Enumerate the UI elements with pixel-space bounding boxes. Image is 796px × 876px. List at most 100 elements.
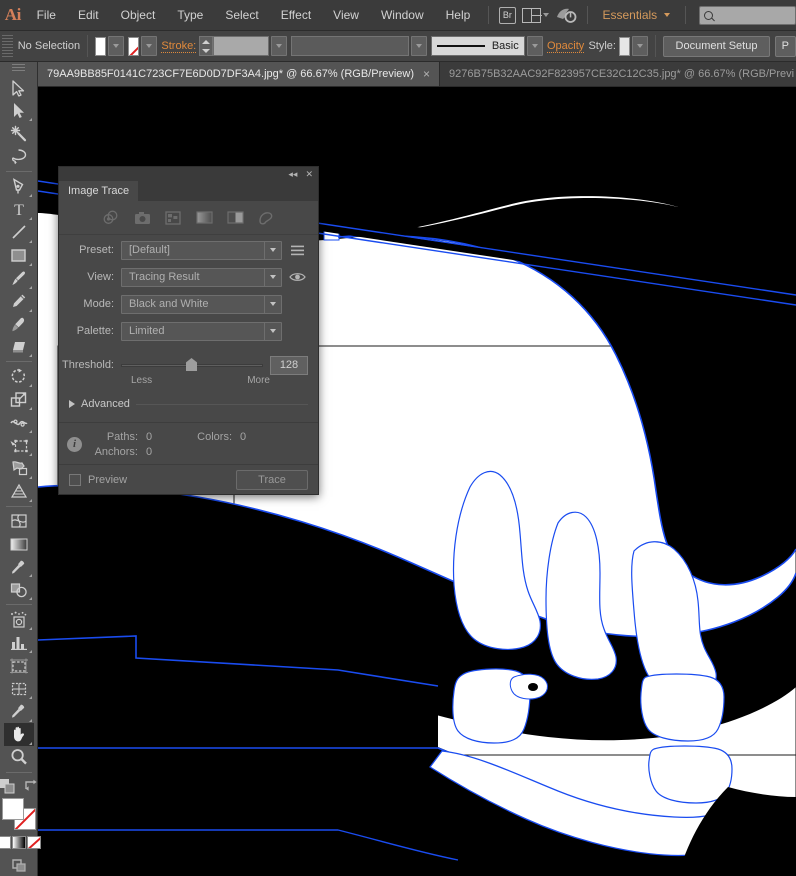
high-color-preset-button[interactable] <box>131 207 154 228</box>
scale-tool[interactable] <box>4 388 34 411</box>
threshold-scale-labels: Less More <box>131 375 270 386</box>
perspective-grid-tool[interactable] <box>4 480 34 503</box>
stroke-label[interactable]: Stroke: <box>161 40 197 53</box>
view-preview-toggle[interactable] <box>286 271 308 283</box>
search-field[interactable] <box>698 5 796 25</box>
grayscale-preset-button[interactable] <box>193 207 216 228</box>
graphic-style-dropdown[interactable] <box>631 36 648 56</box>
fill-swatch[interactable] <box>1 797 24 820</box>
pencil-tool[interactable] <box>4 290 34 313</box>
menu-effect[interactable]: Effect <box>270 0 322 31</box>
rotate-tool[interactable] <box>4 365 34 388</box>
auto-color-preset-button[interactable] <box>100 207 123 228</box>
close-panel-icon[interactable]: ✕ <box>305 169 313 179</box>
fill-dropdown-button[interactable] <box>108 36 125 56</box>
black-and-white-preset-button[interactable] <box>224 207 247 228</box>
stroke-color-swatch[interactable] <box>127 36 139 56</box>
menu-file[interactable]: File <box>26 0 67 31</box>
brush-definition-dropdown[interactable] <box>526 36 543 56</box>
gradient-mode-button[interactable] <box>11 836 26 850</box>
eraser-tool[interactable] <box>4 336 34 359</box>
stroke-weight-field[interactable] <box>213 36 270 56</box>
variable-width-dropdown[interactable] <box>411 36 428 56</box>
artboard-tool[interactable] <box>4 654 34 677</box>
rectangle-tool[interactable] <box>4 244 34 267</box>
lasso-tool[interactable] <box>4 145 34 168</box>
gradient-tool[interactable] <box>4 533 34 556</box>
preview-checkbox[interactable] <box>69 473 81 486</box>
selection-tool[interactable] <box>4 77 34 100</box>
slice-tool[interactable] <box>4 677 34 700</box>
preset-select[interactable]: [Default] <box>121 240 282 260</box>
advanced-section-toggle[interactable]: Advanced <box>59 392 318 416</box>
menu-view[interactable]: View <box>322 0 370 31</box>
stroke-weight-dropdown[interactable] <box>271 36 288 56</box>
column-graph-tool[interactable] <box>4 631 34 654</box>
eyedropper-tool[interactable] <box>4 556 34 579</box>
adobe-stock-button[interactable] <box>555 4 577 26</box>
opacity-label[interactable]: Opacity <box>546 40 585 53</box>
view-select[interactable]: Tracing Result <box>121 267 282 287</box>
variable-width-profile-field[interactable] <box>291 36 410 56</box>
menu-help[interactable]: Help <box>435 0 482 31</box>
collapse-panel-icon[interactable]: ◂◂ <box>288 169 297 179</box>
shape-builder-tool[interactable] <box>4 457 34 480</box>
magic-wand-tool[interactable] <box>4 122 34 145</box>
palette-select[interactable]: Limited <box>121 321 282 341</box>
workspace-switcher[interactable]: Essentials <box>594 0 678 31</box>
preview-label[interactable]: Preview <box>88 474 127 486</box>
panel-title-bar[interactable]: ◂◂ ✕ <box>59 167 318 181</box>
stroke-dropdown-button[interactable] <box>140 36 157 56</box>
chevron-down-icon <box>664 13 671 17</box>
mode-select[interactable]: Black and White <box>121 294 282 314</box>
document-setup-button[interactable]: Document Setup <box>662 35 771 57</box>
hand-tool[interactable] <box>3 722 34 746</box>
control-bar-grip[interactable] <box>2 35 13 57</box>
line-segment-tool[interactable] <box>4 221 34 244</box>
preset-menu-button[interactable] <box>286 245 308 256</box>
stroke-weight-stepper[interactable] <box>199 36 214 56</box>
menu-edit[interactable]: Edit <box>67 0 110 31</box>
paintbrush-tool[interactable] <box>4 267 34 290</box>
document-tab-active[interactable]: 79AA9BB85F0141C723CF7E6D0D7DF3A4.jpg* @ … <box>38 62 441 86</box>
low-color-preset-button[interactable] <box>162 207 185 228</box>
tools-panel-grip[interactable] <box>12 64 25 73</box>
trace-button[interactable]: Trace <box>236 469 308 490</box>
tab-image-trace[interactable]: Image Trace <box>59 181 139 201</box>
menu-window[interactable]: Window <box>370 0 435 31</box>
graphic-style-swatch[interactable] <box>618 36 630 56</box>
blend-tool[interactable] <box>4 578 34 601</box>
brush-definition-field[interactable]: Basic <box>430 36 525 56</box>
mesh-tool[interactable] <box>4 510 34 533</box>
document-tab-inactive[interactable]: 9276B75B32AAC92F823957CE32C12C35.jpg* @ … <box>440 62 796 86</box>
fill-color-swatch[interactable] <box>95 36 107 56</box>
menu-type[interactable]: Type <box>166 0 214 31</box>
direct-selection-tool[interactable] <box>4 100 34 123</box>
pen-tool[interactable] <box>4 175 34 198</box>
bridge-button[interactable]: Br <box>498 4 516 26</box>
image-trace-panel[interactable]: ◂◂ ✕ Image Trace Preset: [Default] View:… <box>58 166 319 495</box>
outline-preset-button[interactable] <box>255 207 278 228</box>
threshold-value-field[interactable]: 128 <box>270 355 308 375</box>
info-icon[interactable]: i <box>67 436 82 452</box>
threshold-slider-thumb[interactable] <box>186 358 197 371</box>
preferences-button[interactable]: P <box>774 35 796 57</box>
width-tool[interactable] <box>4 411 34 434</box>
screen-mode-button[interactable] <box>10 857 28 876</box>
control-divider-1 <box>87 35 89 57</box>
menu-object[interactable]: Object <box>110 0 167 31</box>
type-tool[interactable]: T <box>4 198 34 221</box>
close-icon[interactable]: × <box>423 68 430 80</box>
none-mode-button[interactable] <box>26 836 41 850</box>
free-transform-tool[interactable] <box>4 434 34 457</box>
threshold-slider[interactable] <box>121 357 263 373</box>
menu-select[interactable]: Select <box>214 0 269 31</box>
blob-brush-tool[interactable] <box>4 313 34 336</box>
zoom-tool[interactable] <box>4 746 34 769</box>
eyedropper-secondary-tool[interactable] <box>4 700 34 723</box>
color-mode-button[interactable] <box>0 836 11 850</box>
symbol-sprayer-tool[interactable] <box>4 608 34 631</box>
arrange-documents-button[interactable] <box>521 4 549 26</box>
swap-fill-stroke-icon[interactable] <box>23 779 39 793</box>
default-fill-stroke-icon[interactable] <box>0 778 17 794</box>
